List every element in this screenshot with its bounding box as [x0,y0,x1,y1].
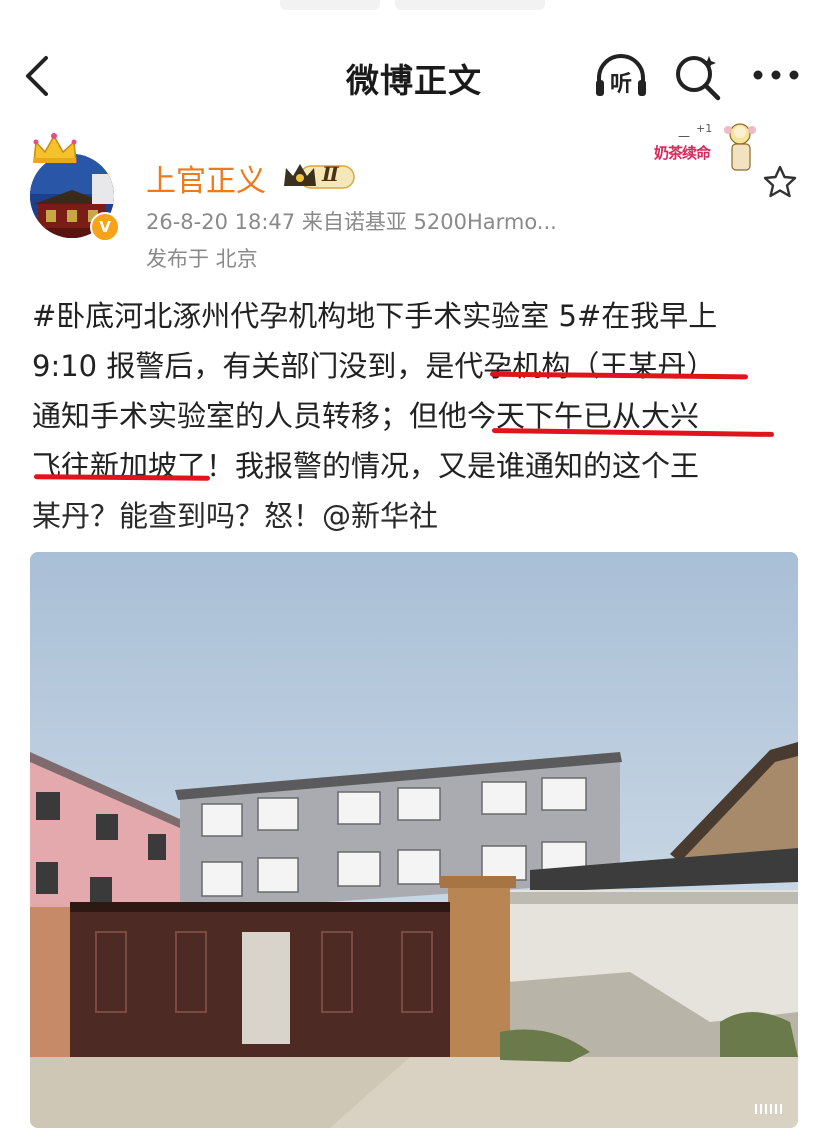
post-text-line: 飞往新加坡了！我报警的情况，又是谁通知的这个王 [32,449,700,483]
sticker-decoration: — +1 奶茶续命 [640,116,770,180]
svg-text:—: — [678,129,690,143]
crown-icon [33,133,77,163]
status-pill [280,0,380,10]
more-button[interactable] [748,60,804,90]
status-pill [395,0,545,10]
member-level-badge: Ⅱ [282,160,358,192]
search-button[interactable] [672,52,724,104]
sticker-text: 奶茶续命 [654,144,711,162]
crown-level-icon [284,164,355,189]
listen-label: 听 [609,72,632,97]
author-name[interactable]: 上官正义 [146,156,266,200]
verified-badge: V [90,212,120,242]
sticker-plus-one: +1 [696,122,713,135]
post-text-line: #卧底河北涿州代孕机构地下手术实验室 5#在我早上 [32,299,718,333]
status-bar [0,0,828,14]
post-text: #卧底河北涿州代孕机构地下手术实验室 5#在我早上 9:10 报警后，有关部门没… [32,291,802,541]
navbar: 微博正文 听 [0,40,828,110]
star-outline-icon [763,165,797,198]
post-text-line: 9:10 报警后，有关部门没到，是代孕机构（王某丹） [32,349,716,383]
listen-button[interactable]: 听 [593,52,649,100]
post-timestamp-source: 26-8-20 18:47 来自诺基亚 5200Harmo... [146,210,557,234]
member-level-number: Ⅱ [322,162,339,186]
more-dots-icon [753,70,799,80]
post-text-line: 某丹？能查到吗？怒！@新华社 [32,499,439,533]
building-photo-illustration [30,552,798,1128]
post-photo[interactable] [30,552,798,1128]
author-avatar[interactable]: V [26,132,126,242]
favorite-button[interactable] [762,164,798,200]
post-location: 发布于 北京 [146,247,258,271]
search-sparkle-icon [676,56,721,101]
image-drag-indicator-icon [755,1104,782,1114]
